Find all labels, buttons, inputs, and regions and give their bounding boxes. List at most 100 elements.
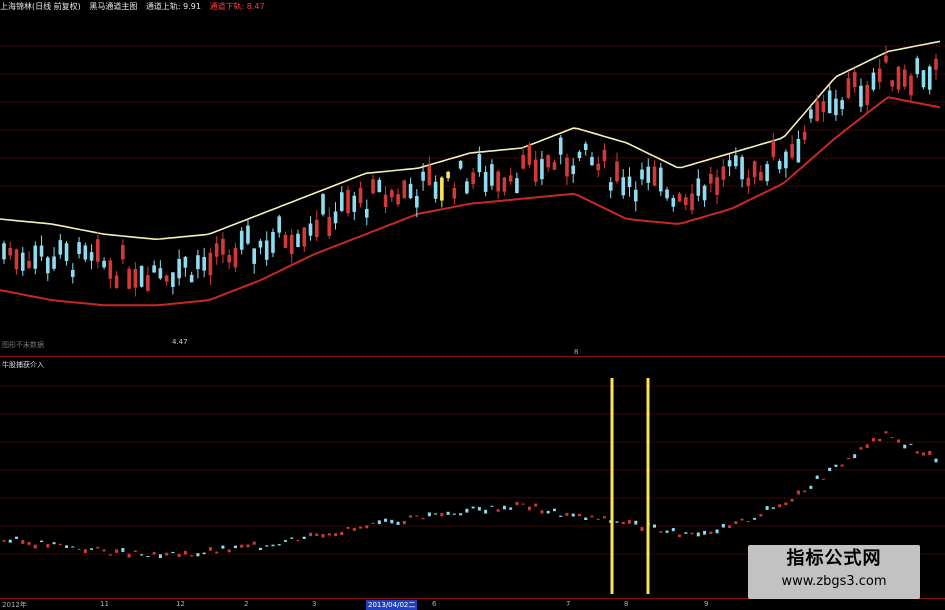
sub-candle [158,554,162,558]
sub-candle [52,542,56,545]
sub-candle [552,508,556,512]
candle-body [683,197,688,206]
sub-candle [77,548,81,550]
candle-body [246,225,250,244]
candle-body [452,187,457,199]
sub-candle [271,544,275,547]
sub-candle [96,546,100,549]
candle-body [139,265,144,287]
candle-body [289,234,294,255]
main-chart-panel[interactable]: 上海锦林(日线 前复权) 黑马通道主图 通道上轨: 9.91 通道下轨: 8.4… [0,0,945,356]
sub-candle [434,513,438,515]
candle-body [77,242,81,254]
main-chart-svg[interactable] [0,0,945,356]
candle-body [433,181,438,199]
candle-body [865,84,869,105]
candle-body [771,140,776,157]
candle-body [440,177,444,201]
sub-candle [365,525,369,529]
sub-candle [634,520,638,525]
watermark-title: 指标公式网 [786,548,882,569]
sub-candle [490,505,494,507]
sub-candle [221,545,225,549]
candle-body [327,217,332,236]
candle-body [590,156,594,166]
candle-body [596,163,601,171]
sub-candle [496,509,500,512]
candle-body [871,72,876,90]
candle-body [709,173,713,184]
sub-candle [402,520,406,525]
candle-body [721,166,726,180]
sub-candle [352,527,356,531]
candle-body [352,195,357,212]
sub-candle [746,521,750,523]
sub-candle [459,513,463,516]
axis-tick-label: 9 [704,600,709,608]
candle-body [364,208,369,218]
candle-body [71,269,75,277]
candle-body [890,80,895,87]
bar-marker: 8 [574,348,579,356]
sub-candle [409,515,413,518]
candle-body [558,137,563,155]
candle-body [146,275,150,291]
low-price-label: 4.47 [172,338,188,346]
sub-candle [208,547,212,551]
candle-body [646,166,651,183]
candle-body [465,181,469,194]
sub-candle [853,454,857,459]
sub-candle [227,549,231,553]
candle-body [821,101,826,113]
sub-candle [446,511,450,515]
sub-candle [471,506,475,509]
candle-body [608,182,613,191]
sub-candle [390,519,394,524]
sub-candle [215,551,219,554]
sub-candle [771,507,775,509]
candle-body [921,70,926,88]
watermark-url: www.zbgs3.com [781,574,887,589]
sub-candle [265,545,269,547]
sub-candle [2,540,6,542]
sub-candle [15,536,19,539]
upper-band-label: 通道上轨: 9.91 [145,2,201,11]
sub-candle [628,520,632,524]
sub-candle [678,534,682,538]
candle-body [164,275,169,282]
candle-body [252,248,257,264]
candle-body [177,258,181,279]
sub-candle [590,515,594,518]
candle-body [89,252,94,261]
sub-candle [246,544,250,548]
candle-body [565,157,569,177]
candle-body [102,260,106,268]
sub-candle [452,513,456,515]
sub-candle [621,521,625,525]
candle-body [521,154,525,169]
sub-candle [934,458,938,463]
sub-candle [515,502,519,506]
candle-body [540,159,544,180]
security-name: 上海锦林(日线 前复权) [0,2,81,11]
candle-body [640,169,644,180]
candle-body [208,252,213,276]
sub-candle [283,540,287,542]
candle-body [96,239,100,262]
sub-candle [840,464,844,467]
sub-candle [115,549,119,553]
candle-body [834,98,838,116]
sub-candle [302,536,306,540]
sub-candle [240,544,244,548]
sub-candle [509,507,513,510]
candle-body [264,240,269,260]
candle-body [615,161,619,182]
candle-body [58,240,63,255]
sub-candle [559,515,563,517]
sub-candle [615,521,619,523]
candle-body [909,75,913,96]
axis-tick-label: 7 [566,600,571,608]
candle-body [183,256,188,268]
candle-body [658,167,663,192]
sub-candle [396,521,400,525]
